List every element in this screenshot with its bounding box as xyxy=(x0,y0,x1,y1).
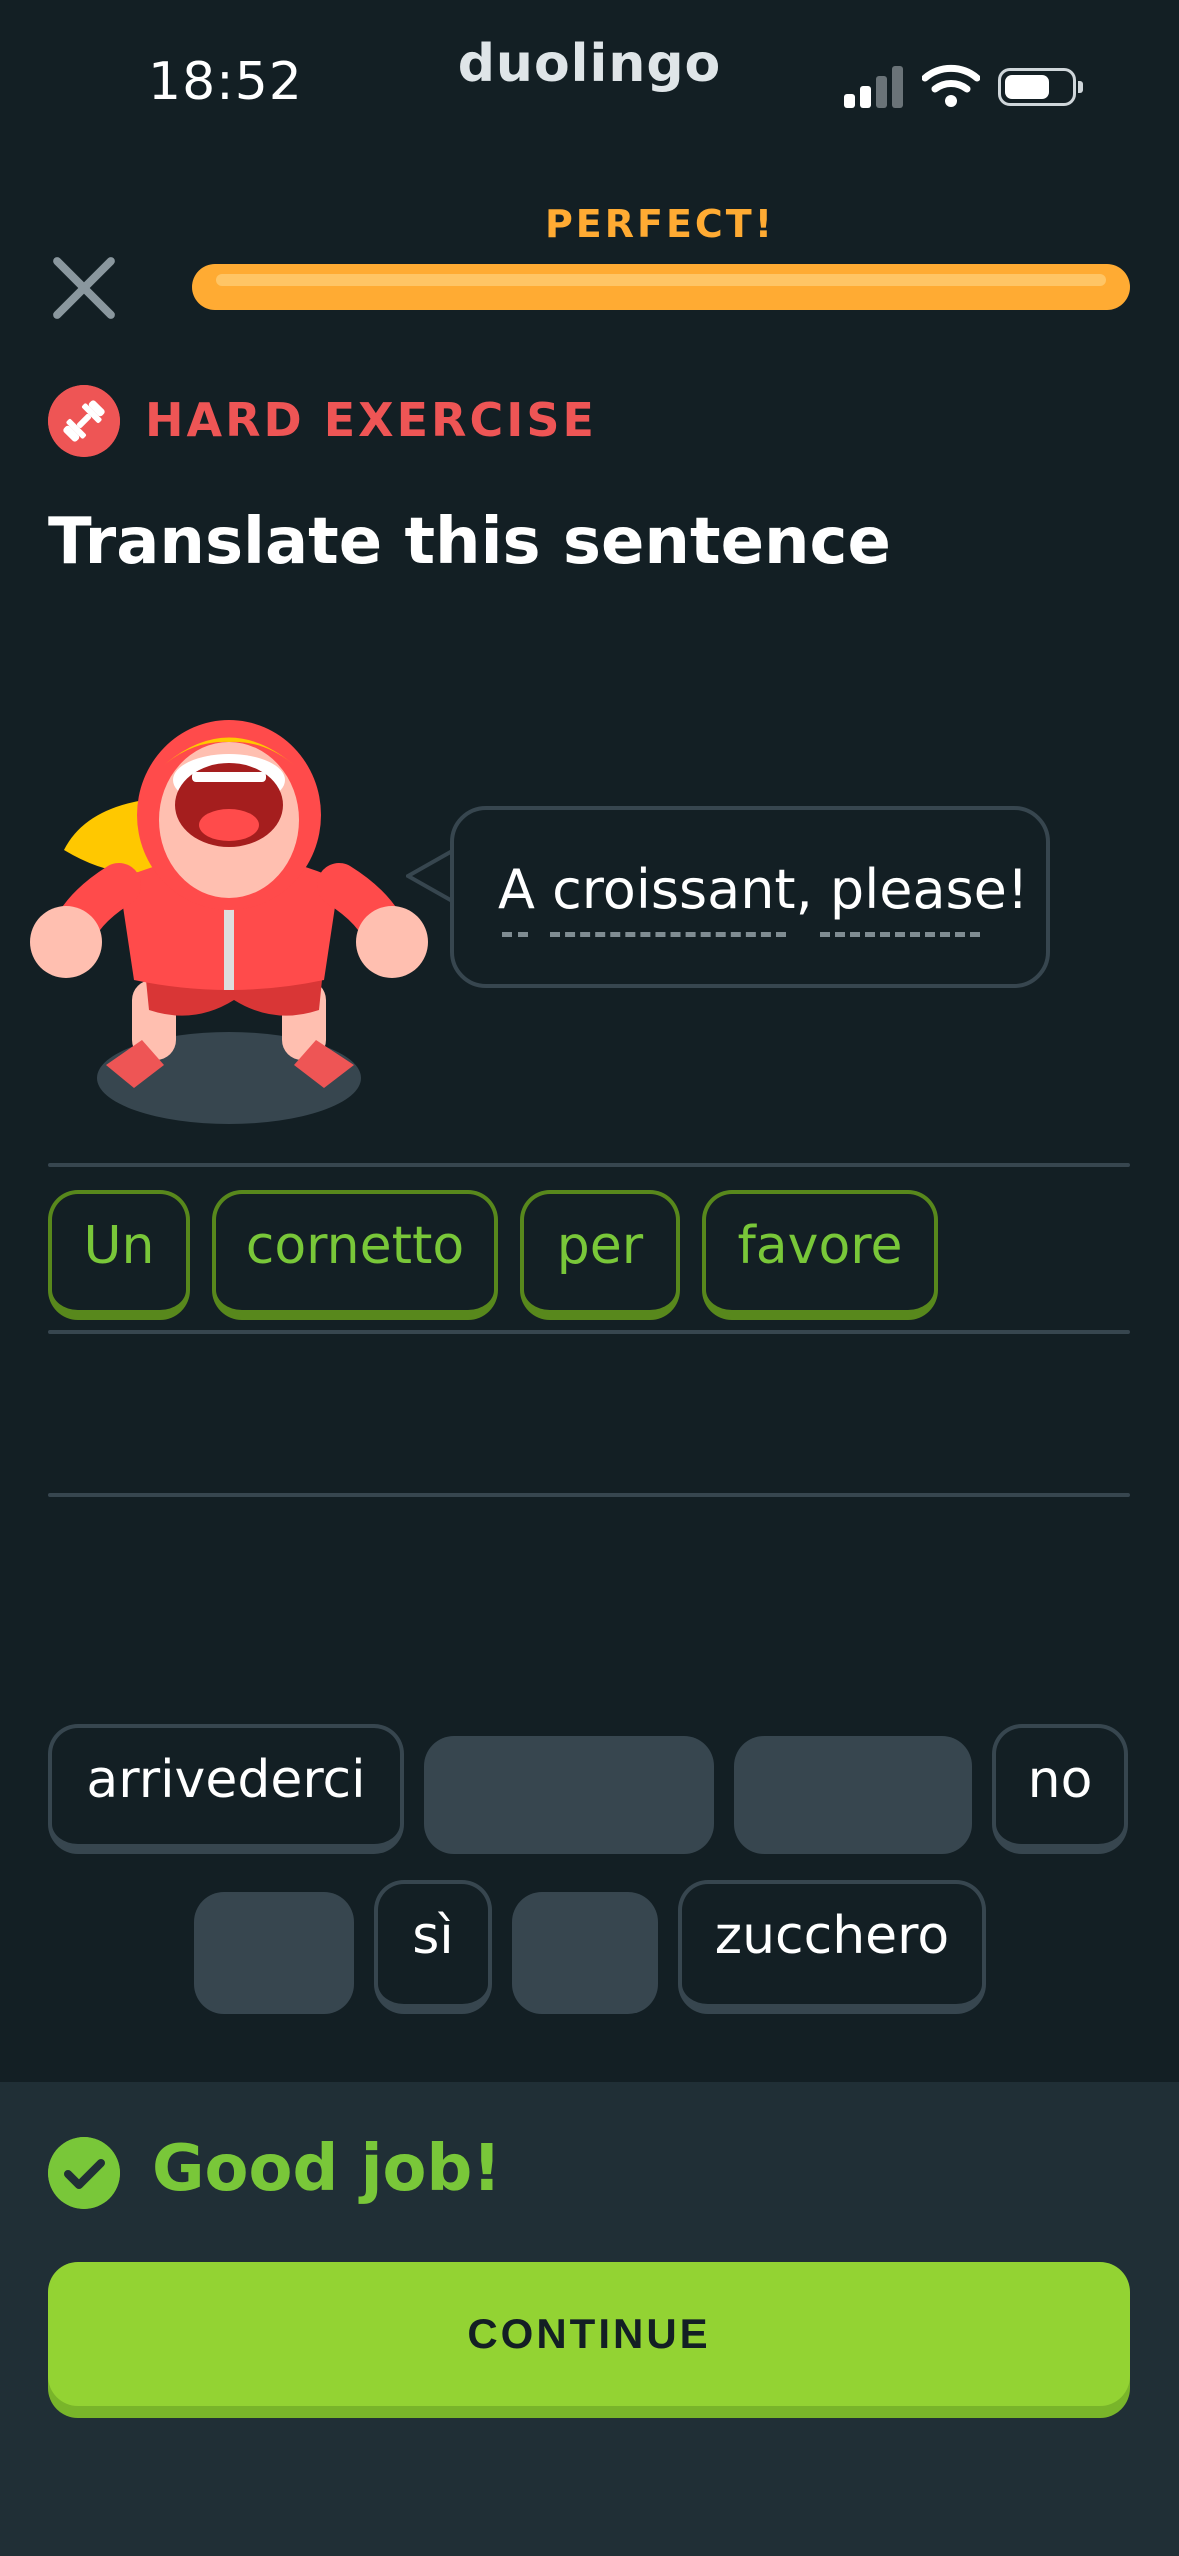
character-illustration xyxy=(30,720,428,1124)
word-bank-chip[interactable]: no xyxy=(992,1724,1128,1854)
signal-icon xyxy=(844,66,904,108)
word-bank-chip[interactable]: arrivederci xyxy=(48,1724,404,1854)
exercise-instruction: Translate this sentence xyxy=(48,505,891,579)
word-bank-slot-empty xyxy=(424,1736,714,1854)
exercise-badge-label: HARD EXERCISE xyxy=(145,393,597,447)
continue-button[interactable]: CONTINUE xyxy=(48,2262,1130,2406)
progress-label: PERFECT! xyxy=(544,202,776,246)
answer-line xyxy=(48,1493,1130,1497)
prompt-sentence[interactable]: A croissant, please! xyxy=(498,858,1029,921)
word-bank-chip[interactable]: sì xyxy=(374,1880,492,2014)
feedback-message: Good job! xyxy=(152,2132,502,2206)
answer-chip[interactable]: cornetto xyxy=(212,1190,498,1320)
word-bank-slot-empty xyxy=(734,1736,972,1854)
word-bank-chip[interactable]: zucchero xyxy=(678,1880,986,2014)
checkmark-icon xyxy=(48,2137,120,2209)
answer-line xyxy=(48,1330,1130,1334)
word-bank-slot-empty xyxy=(512,1892,658,2014)
close-icon[interactable] xyxy=(46,250,122,326)
answer-line xyxy=(48,1163,1130,1167)
hint-underline xyxy=(502,932,528,937)
progress-bar xyxy=(192,264,1130,310)
wifi-icon xyxy=(922,64,980,107)
dumbbell-icon xyxy=(48,385,120,457)
hint-underline xyxy=(550,932,786,937)
answer-chip[interactable]: Un xyxy=(48,1190,190,1320)
answer-chip[interactable]: per xyxy=(520,1190,680,1320)
word-bank-slot-empty xyxy=(194,1892,354,2014)
hint-underline xyxy=(820,932,980,937)
battery-icon xyxy=(998,68,1083,106)
answer-chip[interactable]: favore xyxy=(702,1190,938,1320)
